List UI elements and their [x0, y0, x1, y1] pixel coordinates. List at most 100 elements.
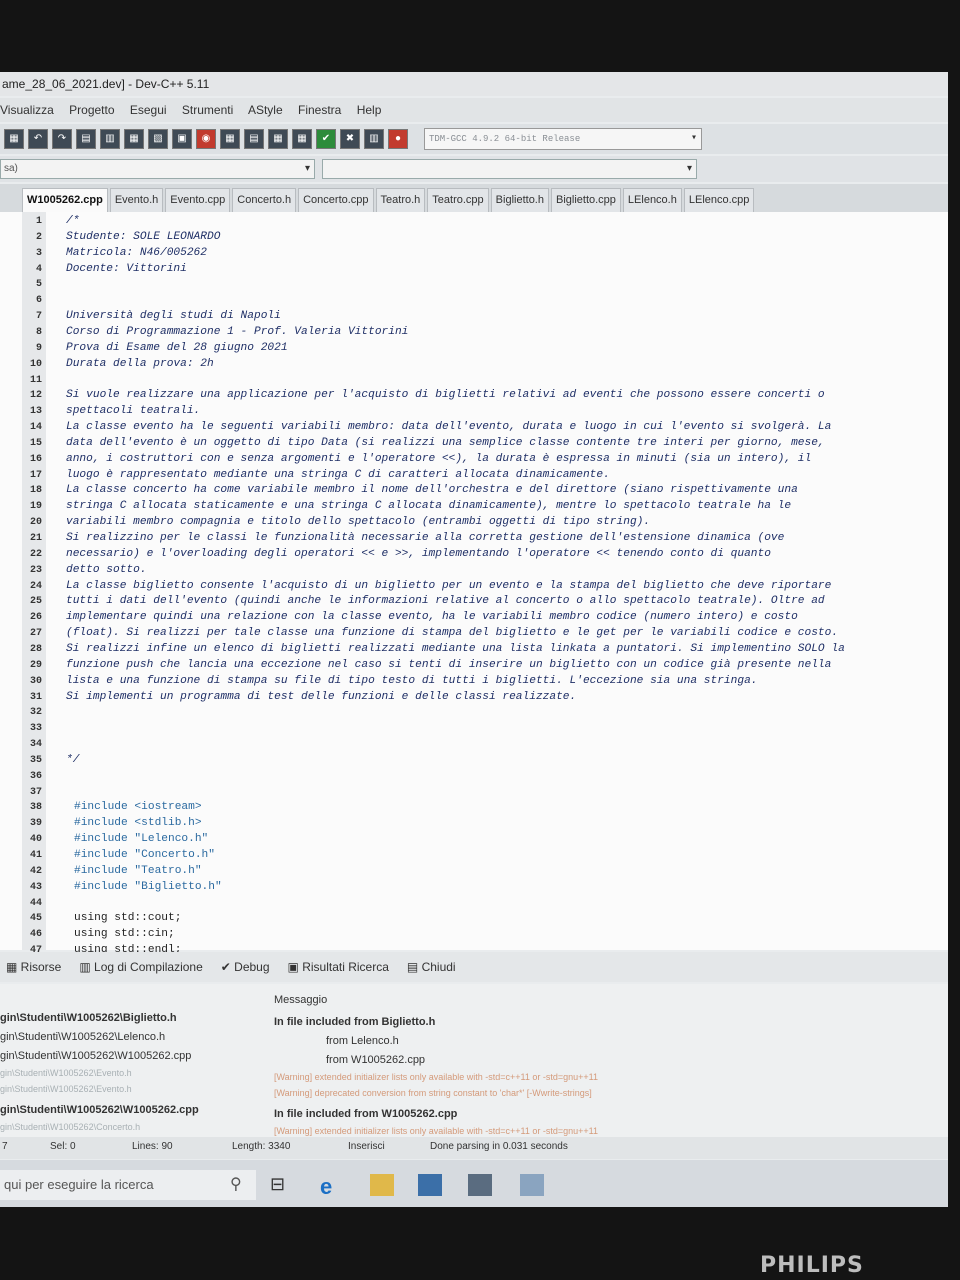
unindent-icon[interactable]: ▥ — [100, 129, 120, 149]
member-select[interactable]: ▾ — [322, 159, 697, 179]
run-icon[interactable]: ▤ — [244, 129, 264, 149]
tab-teatro-cpp[interactable]: Teatro.cpp — [427, 188, 489, 212]
line-number: 23 — [29, 564, 42, 576]
close-icon[interactable]: ✖ — [340, 129, 360, 149]
store-icon[interactable] — [418, 1174, 442, 1196]
class-select-value: sa) — [4, 163, 18, 174]
undo-icon[interactable]: ↶ — [28, 129, 48, 149]
line-number: 33 — [29, 723, 42, 735]
tab-biglietto-h[interactable]: Biglietto.h — [490, 188, 549, 212]
debug-icon[interactable]: ● — [388, 129, 408, 149]
status-length: Length: 3340 — [232, 1141, 291, 1152]
code-line: Si realizzino per le classi le funzional… — [66, 532, 785, 544]
output-file[interactable]: gin\Studenti\W1005262\Evento.h — [0, 1068, 132, 1078]
output-warning[interactable]: [Warning] extended initializer lists onl… — [274, 1072, 598, 1082]
microphone-icon[interactable]: ⚲ — [230, 1174, 254, 1196]
line-number: 21 — [29, 533, 42, 544]
tab-chiudi[interactable]: ▤ Chiudi — [407, 960, 456, 974]
tab-log-compilazione[interactable]: ▥ Log di Compilazione — [79, 960, 202, 974]
monitor-brand-logo: PHILIPS — [760, 1253, 864, 1278]
line-number: 44 — [29, 897, 42, 909]
toolbar: ▦ ↶ ↷ ▤ ▥ ▦ ▧ ▣ ◉ ▦ ▤ ▦ ▦ ✔ ✖ ▥ ● TDM-GC… — [0, 124, 948, 154]
compiler-select[interactable]: TDM-GCC 4.9.2 64-bit Release ▾ — [424, 128, 702, 150]
output-file[interactable]: gin\Studenti\W1005262\Concerto.h — [0, 1122, 140, 1132]
menu-strumenti[interactable]: Strumenti — [182, 103, 233, 117]
grid-icon[interactable]: ▦ — [124, 129, 144, 149]
line-number: 36 — [29, 770, 42, 782]
menu-esegui[interactable]: Esegui — [130, 103, 167, 117]
code-line: tutti i dati dell'evento (quindi anche l… — [66, 595, 825, 608]
folder-icon[interactable] — [370, 1174, 394, 1196]
new-file-icon[interactable]: ▦ — [4, 129, 24, 149]
check-icon[interactable]: ✔ — [316, 129, 336, 149]
output-message[interactable]: In file included from Biglietto.h — [274, 1016, 435, 1028]
line-number: 3 — [35, 247, 42, 259]
tab-concerto-h[interactable]: Concerto.h — [232, 188, 297, 212]
class-selector-row: sa) ▾ ▾ — [0, 156, 948, 182]
code-editor[interactable]: 1 /* 2 Studente: SOLE LEONARDO 3 Matricola: N… — [0, 212, 948, 956]
tab-teatro-h[interactable]: Teatro.h — [375, 188, 426, 212]
code-line: implementare quindi una relazione con la… — [66, 611, 798, 624]
tab-concerto-cpp[interactable]: Concerto.cpp — [298, 188, 374, 212]
menu-progetto[interactable]: Progetto — [69, 103, 114, 117]
task-view-icon[interactable]: ⊟ — [270, 1174, 294, 1196]
line-number: 20 — [29, 517, 42, 529]
redo-icon[interactable]: ↷ — [52, 129, 72, 149]
bottom-panel-tabs: ▦ Risorse ▥ Log di Compilazione ✔ Debug … — [0, 952, 948, 982]
edge-icon[interactable]: e — [320, 1174, 344, 1199]
tab-risultati-label: Risultati Ricerca — [302, 960, 389, 974]
menu-astyle[interactable]: AStyle — [248, 103, 283, 117]
output-message[interactable]: In file included from W1005262.cpp — [274, 1108, 457, 1120]
menu-visualizza[interactable]: Visualizza — [0, 103, 54, 117]
tab-risorse[interactable]: ▦ Risorse — [6, 960, 61, 974]
line-number: 8 — [35, 326, 42, 338]
line-number: 12 — [29, 390, 42, 402]
line-number: 9 — [35, 342, 42, 354]
indent-icon[interactable]: ▤ — [76, 129, 96, 149]
chart-icon[interactable]: ▥ — [364, 129, 384, 149]
line-number: 22 — [29, 548, 42, 560]
tab-biglietto-cpp[interactable]: Biglietto.cpp — [550, 188, 621, 212]
tab-chiudi-label: Chiudi — [421, 960, 456, 974]
bookmark-icon[interactable]: ◉ — [196, 129, 216, 149]
line-number: 34 — [29, 739, 42, 751]
app-icon[interactable] — [520, 1174, 544, 1196]
compiler-output: Messaggio gin\Studenti\W1005262\Bigliett… — [0, 984, 948, 1154]
output-message[interactable]: from Lelenco.h — [326, 1035, 399, 1047]
tab-debug[interactable]: ✔ Debug — [221, 960, 270, 974]
tab-lelenco-h[interactable]: LElenco.h — [622, 188, 682, 212]
code-line: La classe concerto ha come variabile mem… — [66, 484, 798, 497]
compile-icon[interactable]: ▦ — [220, 129, 240, 149]
line-number: 43 — [29, 881, 42, 893]
class-select[interactable]: sa) ▾ — [0, 159, 315, 179]
compile-run-icon[interactable]: ▦ — [268, 129, 288, 149]
output-file[interactable]: gin\Studenti\W1005262\Evento.h — [0, 1084, 132, 1094]
output-message[interactable]: from W1005262.cpp — [326, 1054, 425, 1066]
rebuild-icon[interactable]: ▦ — [292, 129, 312, 149]
menu-help[interactable]: Help — [357, 103, 382, 117]
output-file[interactable]: gin\Studenti\W1005262\W1005262.cpp — [0, 1050, 191, 1062]
output-file[interactable]: gin\Studenti\W1005262\W1005262.cpp — [0, 1104, 199, 1116]
tab-lelenco-cpp[interactable]: LElenco.cpp — [683, 188, 755, 212]
tab-w1005262-cpp[interactable]: W1005262.cpp — [22, 188, 108, 212]
code-line: stringa C allocata staticamente e una st… — [66, 500, 792, 513]
code-line: funzione push che lancia una eccezione n… — [66, 658, 832, 671]
line-number: 6 — [35, 295, 42, 307]
code-line: variabili membro compagnia e titolo dell… — [66, 516, 651, 529]
menu-bar: Visualizza Progetto Esegui Strumenti ASt… — [0, 98, 948, 122]
code-line: La classe evento ha le seguenti variabil… — [66, 421, 832, 434]
line-number: 18 — [29, 485, 42, 497]
mail-icon[interactable] — [468, 1174, 492, 1196]
menu-finestra[interactable]: Finestra — [298, 103, 341, 117]
output-warning[interactable]: [Warning] extended initializer lists onl… — [274, 1126, 598, 1136]
tab-risultati-ricerca[interactable]: ▣ Risultati Ricerca — [288, 960, 389, 974]
tab-evento-h[interactable]: Evento.h — [109, 188, 164, 212]
output-file[interactable]: gin\Studenti\W1005262\Lelenco.h — [0, 1031, 165, 1043]
output-file[interactable]: gin\Studenti\W1005262\Biglietto.h — [0, 1012, 177, 1024]
status-bar: 7 Sel: 0 Lines: 90 Length: 3340 Inserisc… — [0, 1137, 948, 1159]
save-icon[interactable]: ▣ — [172, 129, 192, 149]
tab-evento-cpp[interactable]: Evento.cpp — [165, 188, 231, 212]
output-warning[interactable]: [Warning] deprecated conversion from str… — [274, 1088, 592, 1098]
taskbar-search[interactable]: qui per eseguire la ricerca — [0, 1170, 256, 1200]
layout-icon[interactable]: ▧ — [148, 129, 168, 149]
